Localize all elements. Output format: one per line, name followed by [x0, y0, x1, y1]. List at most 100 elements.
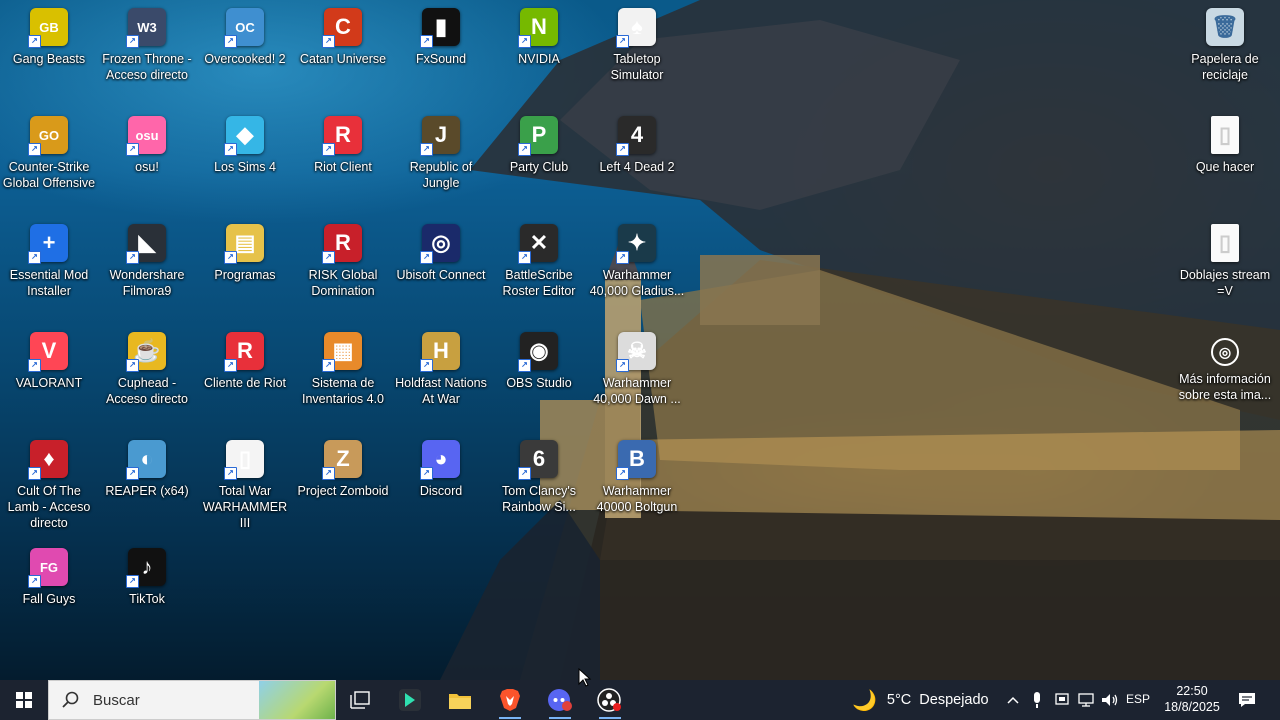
app-icon-glyph: OC [235, 19, 255, 35]
taskbar-file-explorer-button[interactable] [437, 680, 483, 720]
shortcut-arrow-icon: ↗ [28, 143, 41, 156]
app-icon: R ↗ [224, 332, 264, 372]
volume-tray-button[interactable] [1099, 680, 1121, 720]
app-icon: R ↗ [322, 116, 362, 156]
taskbar-discord-button[interactable] [537, 680, 583, 720]
desktop-icon[interactable]: ☠ ↗ Warhammer 40,000 Dawn ... [589, 328, 685, 407]
desktop-icon[interactable]: W3 ↗ Frozen Throne - Acceso directo [99, 4, 195, 83]
device-tray-button[interactable] [1052, 680, 1072, 720]
desktop-icon[interactable]: Z ↗ Project Zomboid [295, 436, 391, 499]
shortcut-arrow-icon: ↗ [126, 359, 139, 372]
desktop-icon[interactable]: R ↗ Riot Client [295, 112, 391, 175]
desktop-icon[interactable]: FG ↗ Fall Guys [1, 544, 97, 607]
app-icon: V ↗ [28, 332, 68, 372]
desktop-icon[interactable]: 6 ↗ Tom Clancy's Rainbow Si... [491, 436, 587, 515]
shortcut-arrow-icon: ↗ [616, 35, 629, 48]
desktop-icon[interactable]: ▦ ↗ Sistema de Inventarios 4.0 [295, 328, 391, 407]
desktop-icon[interactable]: ◕ ↗ Discord [393, 436, 489, 499]
desktop-icon-label: BattleScribe Roster Editor [502, 268, 576, 298]
microphone-tray-button[interactable] [1028, 680, 1046, 720]
clock-button[interactable]: 22:50 18/8/2025 [1160, 683, 1224, 716]
microphone-icon [1034, 692, 1040, 708]
app-icon: ♠ ↗ [616, 8, 656, 48]
desktop-icon[interactable]: ◉ ↗ OBS Studio [491, 328, 587, 391]
icon-glyph: ▯ [1218, 122, 1232, 147]
desktop-icon[interactable]: ♦ ↗ Cult Of The Lamb - Acceso directo [1, 436, 97, 531]
desktop-icon[interactable]: ▯ ↗ Total War WARHAMMER III [197, 436, 293, 531]
app-icon-glyph: ♪ [141, 554, 153, 579]
app-icon: ◐ ↗ [126, 440, 166, 480]
desktop-icon[interactable]: ▤ ↗ Programas [197, 220, 293, 283]
app-icon: B ↗ [616, 440, 656, 480]
desktop-icon[interactable]: N ↗ NVIDIA [491, 4, 587, 67]
app-icon-glyph: osu [135, 127, 159, 143]
desktop-icon-label: NVIDIA [518, 52, 560, 66]
desktop-icon[interactable]: ✕ ↗ BattleScribe Roster Editor [491, 220, 587, 299]
desktop-icon[interactable]: J ↗ Republic of Jungle [393, 112, 489, 191]
app-icon: ◕ ↗ [420, 440, 460, 480]
shortcut-arrow-icon: ↗ [420, 251, 433, 264]
notifications-button[interactable] [1234, 680, 1260, 720]
text-document-icon: ▯ [1211, 116, 1239, 154]
desktop-icon[interactable]: + ↗ Essential Mod Installer [1, 220, 97, 299]
desktop-icon[interactable]: ▮ ↗ FxSound [393, 4, 489, 67]
taskbar-obs-button[interactable] [587, 680, 633, 720]
desktop-icon[interactable]: ✦ ↗ Warhammer 40,000 Gladius... [589, 220, 685, 299]
taskbar-search-box[interactable] [48, 680, 336, 720]
desktop-icon[interactable]: ♠ ↗ Tabletop Simulator [589, 4, 685, 83]
app-icon: Z ↗ [322, 440, 362, 480]
shortcut-arrow-icon: ↗ [224, 359, 237, 372]
desktop-icon[interactable]: ◣ ↗ Wondershare Filmora9 [99, 220, 195, 299]
weather-text: 5°C Despejado [886, 692, 989, 708]
app-icon-glyph: R [237, 338, 253, 363]
desktop-icon[interactable]: GB ↗ Gang Beasts [1, 4, 97, 67]
desktop-icon[interactable]: P ↗ Party Club [491, 112, 587, 175]
app-icon: ▮ ↗ [420, 8, 460, 48]
desktop-icon[interactable]: ♪ ↗ TikTok [99, 544, 195, 607]
shortcut-arrow-icon: ↗ [518, 359, 531, 372]
desktop-icon-right[interactable]: 🗑 Papelera de reciclaje [1177, 4, 1273, 83]
chevron-up-icon [1007, 696, 1019, 704]
desktop-icon[interactable]: C ↗ Catan Universe [295, 4, 391, 67]
desktop-icon-right[interactable]: ◎ Más información sobre esta ima... [1177, 328, 1273, 403]
app-icon-glyph: R [335, 230, 351, 255]
start-button[interactable] [0, 680, 48, 720]
desktop-icon[interactable]: 4 ↗ Left 4 Dead 2 [589, 112, 685, 175]
desktop-icon[interactable]: ◎ ↗ Ubisoft Connect [393, 220, 489, 283]
shortcut-arrow-icon: ↗ [224, 251, 237, 264]
desktop-icon-label: FxSound [415, 52, 467, 66]
notification-icon [1239, 693, 1255, 707]
desktop-icon[interactable]: B ↗ Warhammer 40000 Boltgun [589, 436, 685, 515]
task-view-button[interactable] [337, 680, 383, 720]
taskbar-brave-button[interactable] [487, 680, 533, 720]
shortcut-arrow-icon: ↗ [28, 359, 41, 372]
shortcut-arrow-icon: ↗ [420, 35, 433, 48]
input-language-button[interactable]: ESP [1126, 692, 1150, 706]
app-icon: N ↗ [518, 8, 558, 48]
weather-widget[interactable]: 🌙 5°C Despejado [852, 680, 989, 720]
desktop-icon[interactable]: ◆ ↗ Los Sims 4 [197, 112, 293, 175]
app-icon-glyph: ▦ [332, 338, 354, 363]
desktop-icon-right[interactable]: ▯ Que hacer [1177, 112, 1273, 175]
desktop-icon[interactable]: ☕ ↗ Cuphead - Acceso directo [99, 328, 195, 407]
desktop-icon[interactable]: GO ↗ Counter-Strike Global Offensive [1, 112, 97, 191]
show-hidden-icons-button[interactable] [1003, 680, 1023, 720]
moon-icon: 🌙 [852, 689, 877, 712]
filmora-icon [399, 689, 421, 711]
desktop-icon[interactable]: osu ↗ osu! [99, 112, 195, 175]
desktop-icon[interactable]: H ↗ Holdfast Nations At War [393, 328, 489, 407]
desktop-icon[interactable]: OC ↗ Overcooked! 2 [197, 4, 293, 67]
desktop-icon[interactable]: R ↗ Cliente de Riot [197, 328, 293, 391]
desktop-icon-right[interactable]: ▯ Doblajes stream =V [1177, 220, 1273, 299]
network-tray-button[interactable] [1075, 680, 1097, 720]
shortcut-arrow-icon: ↗ [518, 467, 531, 480]
shortcut-arrow-icon: ↗ [616, 467, 629, 480]
app-icon-glyph: ☠ [627, 338, 647, 363]
taskbar-filmora-button[interactable] [387, 680, 433, 720]
desktop-icon[interactable]: V ↗ VALORANT [1, 328, 97, 391]
desktop-icon[interactable]: R ↗ RISK Global Domination [295, 220, 391, 299]
desktop-icon[interactable]: ◐ ↗ REAPER (x64) [99, 436, 195, 499]
text-document-icon: ▯ [1211, 224, 1239, 262]
device-icon [1055, 693, 1069, 705]
search-input[interactable] [91, 690, 255, 710]
